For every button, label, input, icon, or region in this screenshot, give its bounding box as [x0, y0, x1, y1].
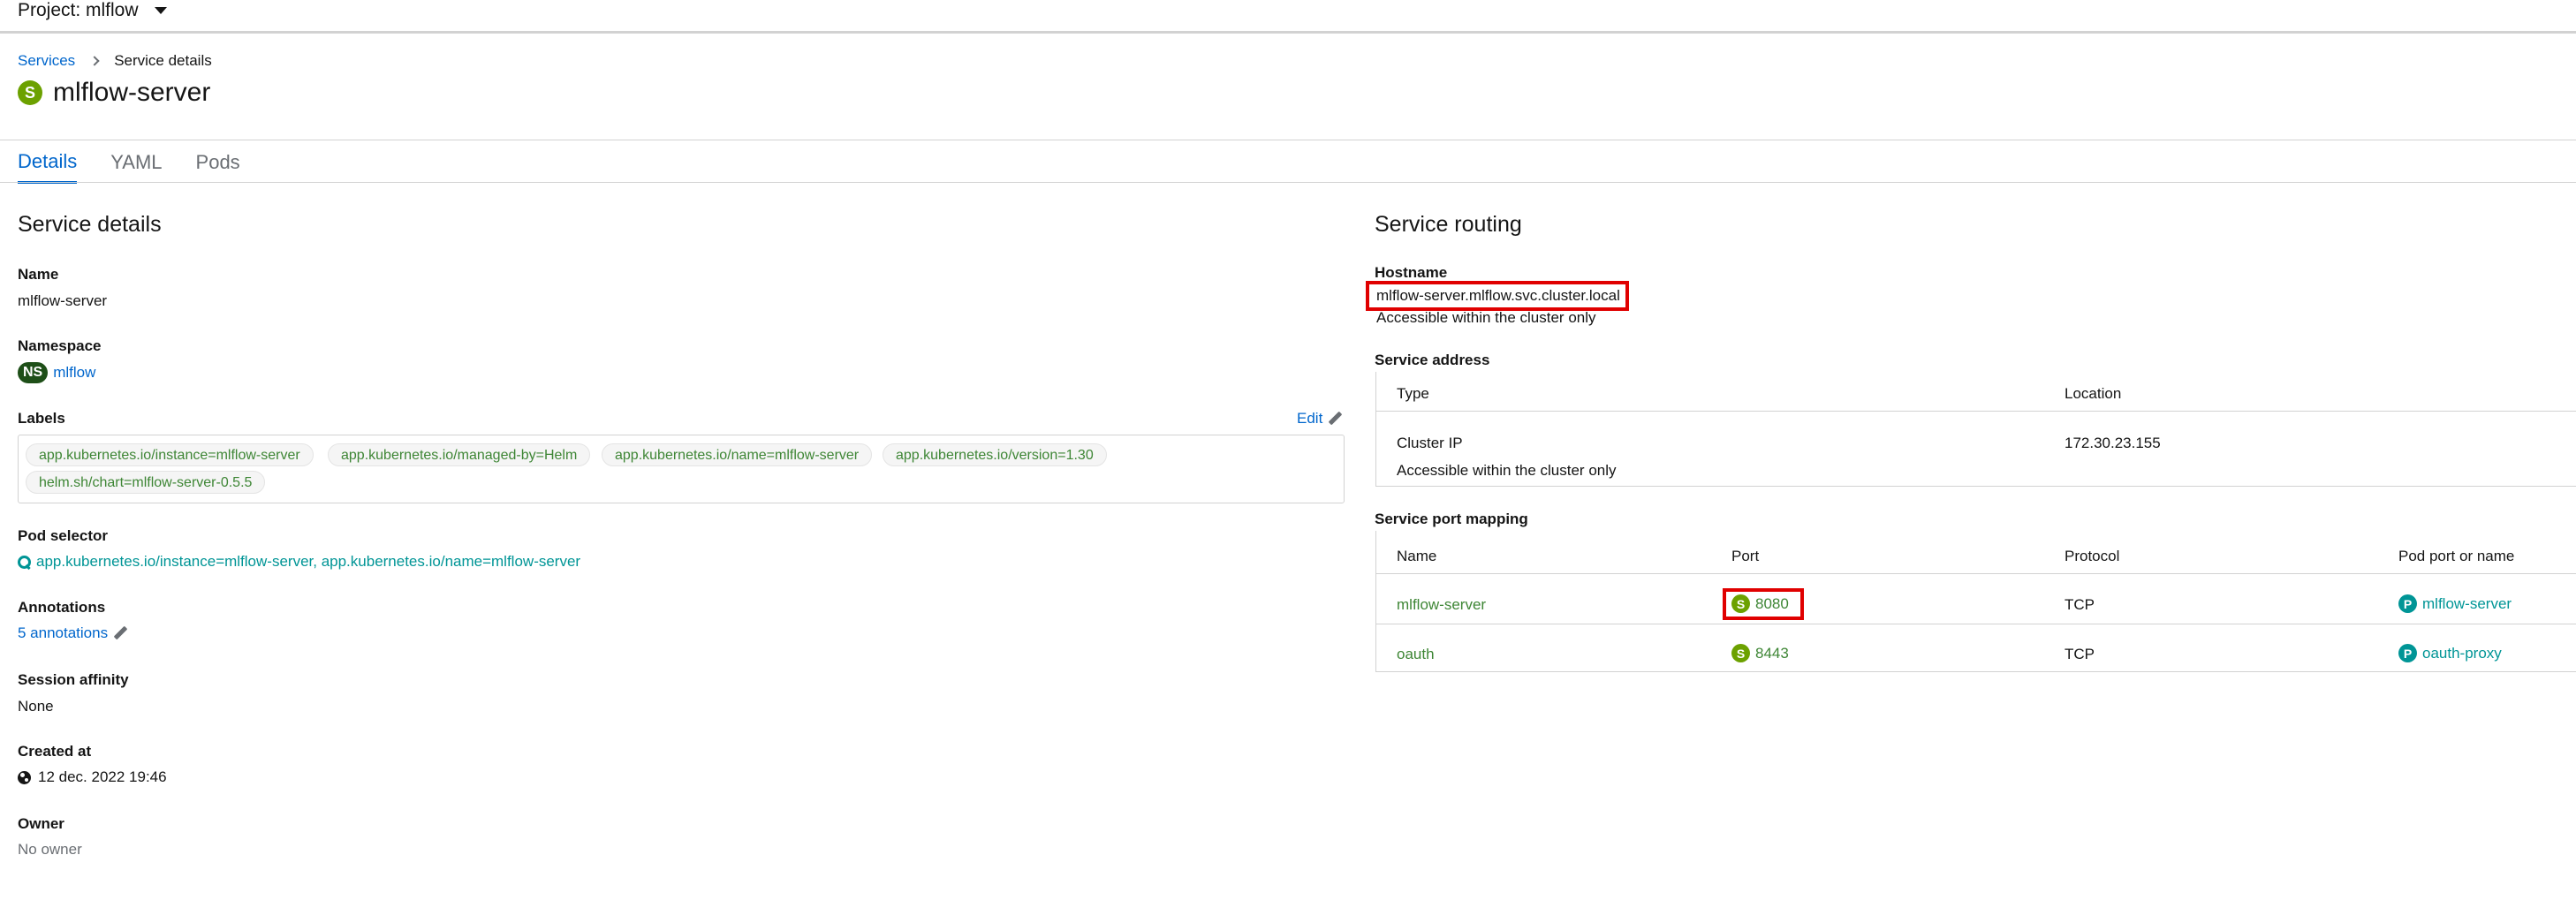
table-divider — [1375, 486, 2576, 487]
pencil-icon — [113, 626, 127, 640]
pod-port-value: oauth-proxy — [2422, 644, 2502, 662]
service-routing-heading: Service routing — [1375, 212, 1522, 237]
globe-icon — [18, 770, 31, 784]
labels-edit-button[interactable]: Edit — [1297, 410, 1342, 427]
session-affinity-label: Session affinity — [18, 671, 129, 688]
owner-label: Owner — [18, 815, 64, 832]
highlight-box — [1366, 281, 1629, 311]
hostname-note: Accessible within the cluster only — [1376, 309, 1596, 326]
port-row-name-link[interactable]: mlflow-server — [1397, 596, 1486, 614]
pod-selector-link[interactable]: app.kubernetes.io/instance=mlflow-server… — [18, 553, 580, 571]
service-address-label: Service address — [1375, 352, 1490, 368]
service-badge-icon: S — [18, 80, 42, 105]
label-chip[interactable]: helm.sh/chart=mlflow-server-0.5.5 — [26, 471, 266, 494]
port-row-pod-port[interactable]: P mlflow-server — [2398, 594, 2512, 613]
pod-badge-icon: P — [2398, 594, 2417, 613]
divider — [0, 182, 2576, 183]
address-col-location: Location — [2065, 385, 2122, 402]
caret-down-icon — [154, 7, 167, 14]
breadcrumb: Services Service details — [18, 52, 212, 70]
namespace-label: Namespace — [18, 337, 102, 354]
project-dropdown[interactable]: Project: mlflow — [18, 0, 167, 21]
created-at-label: Created at — [18, 743, 92, 760]
owner-value: No owner — [18, 841, 82, 858]
created-at-timestamp: 12 dec. 2022 19:46 — [38, 768, 167, 785]
namespace-value: NS mlflow — [18, 362, 95, 383]
top-bar — [0, 0, 2576, 34]
annotations-button[interactable]: 5 annotations — [18, 624, 127, 642]
port-row-pod-port[interactable]: P oauth-proxy — [2398, 644, 2502, 662]
address-type-value: Cluster IP — [1397, 435, 1463, 451]
table-border — [1375, 372, 1376, 487]
hostname-label: Hostname — [1375, 264, 1448, 281]
search-icon — [18, 555, 31, 569]
page-header: S mlflow-server — [18, 78, 210, 108]
service-details-heading: Service details — [18, 212, 162, 237]
tab-pods[interactable]: Pods — [196, 141, 240, 184]
port-col-protocol: Protocol — [2065, 548, 2120, 564]
name-value: mlflow-server — [18, 292, 108, 309]
port-col-port: Port — [1731, 548, 1760, 564]
chevron-right-icon — [89, 56, 100, 66]
port-mapping-label: Service port mapping — [1375, 511, 1528, 527]
address-location-value: 172.30.23.155 — [2065, 435, 2161, 451]
annotations-value: 5 annotations — [18, 624, 109, 641]
labels-label: Labels — [18, 410, 65, 427]
name-label: Name — [18, 266, 59, 283]
namespace-link[interactable]: mlflow — [53, 364, 95, 382]
tab-details[interactable]: Details — [18, 141, 78, 184]
port-col-pod-port: Pod port or name — [2398, 548, 2515, 564]
port-col-name: Name — [1397, 548, 1437, 564]
address-col-type: Type — [1397, 385, 1429, 402]
label-chip[interactable]: app.kubernetes.io/version=1.30 — [883, 443, 1107, 466]
breadcrumb-current: Service details — [114, 52, 212, 69]
edit-label: Edit — [1297, 410, 1323, 427]
pod-badge-icon: P — [2398, 644, 2417, 662]
labels-list: app.kubernetes.io/instance=mlflow-server… — [18, 435, 1345, 503]
tab-yaml[interactable]: YAML — [110, 141, 162, 184]
highlight-box — [1723, 588, 1804, 620]
label-chip[interactable]: app.kubernetes.io/name=mlflow-server — [602, 443, 873, 466]
pod-selector-value: app.kubernetes.io/instance=mlflow-server… — [36, 553, 581, 570]
table-divider — [1375, 573, 2576, 574]
port-row-name-link[interactable]: oauth — [1397, 646, 1435, 663]
table-divider — [1375, 411, 2576, 412]
pod-selector-label: Pod selector — [18, 527, 109, 544]
project-label: Project: mlflow — [18, 0, 139, 20]
service-badge-icon: S — [1731, 644, 1750, 662]
page-title: mlflow-server — [53, 78, 211, 107]
port-value: 8443 — [1755, 644, 1789, 662]
breadcrumb-services-link[interactable]: Services — [18, 52, 75, 70]
label-chip[interactable]: app.kubernetes.io/instance=mlflow-server — [26, 443, 314, 466]
port-row-port: S 8443 — [1731, 644, 1789, 662]
namespace-badge-icon: NS — [18, 362, 49, 383]
table-divider — [1375, 671, 2576, 672]
port-row-protocol: TCP — [2065, 646, 2095, 662]
label-chip[interactable]: app.kubernetes.io/managed-by=Helm — [328, 443, 591, 466]
pencil-icon — [1328, 412, 1342, 426]
annotations-label: Annotations — [18, 599, 106, 616]
created-at-value: 12 dec. 2022 19:46 — [18, 768, 167, 786]
table-border — [1375, 531, 1376, 672]
pod-port-value: mlflow-server — [2422, 594, 2512, 612]
session-affinity-value: None — [18, 698, 54, 715]
port-row-protocol: TCP — [2065, 596, 2095, 613]
tab-bar: Details YAML Pods — [18, 141, 240, 184]
address-type-note: Accessible within the cluster only — [1397, 462, 1617, 479]
